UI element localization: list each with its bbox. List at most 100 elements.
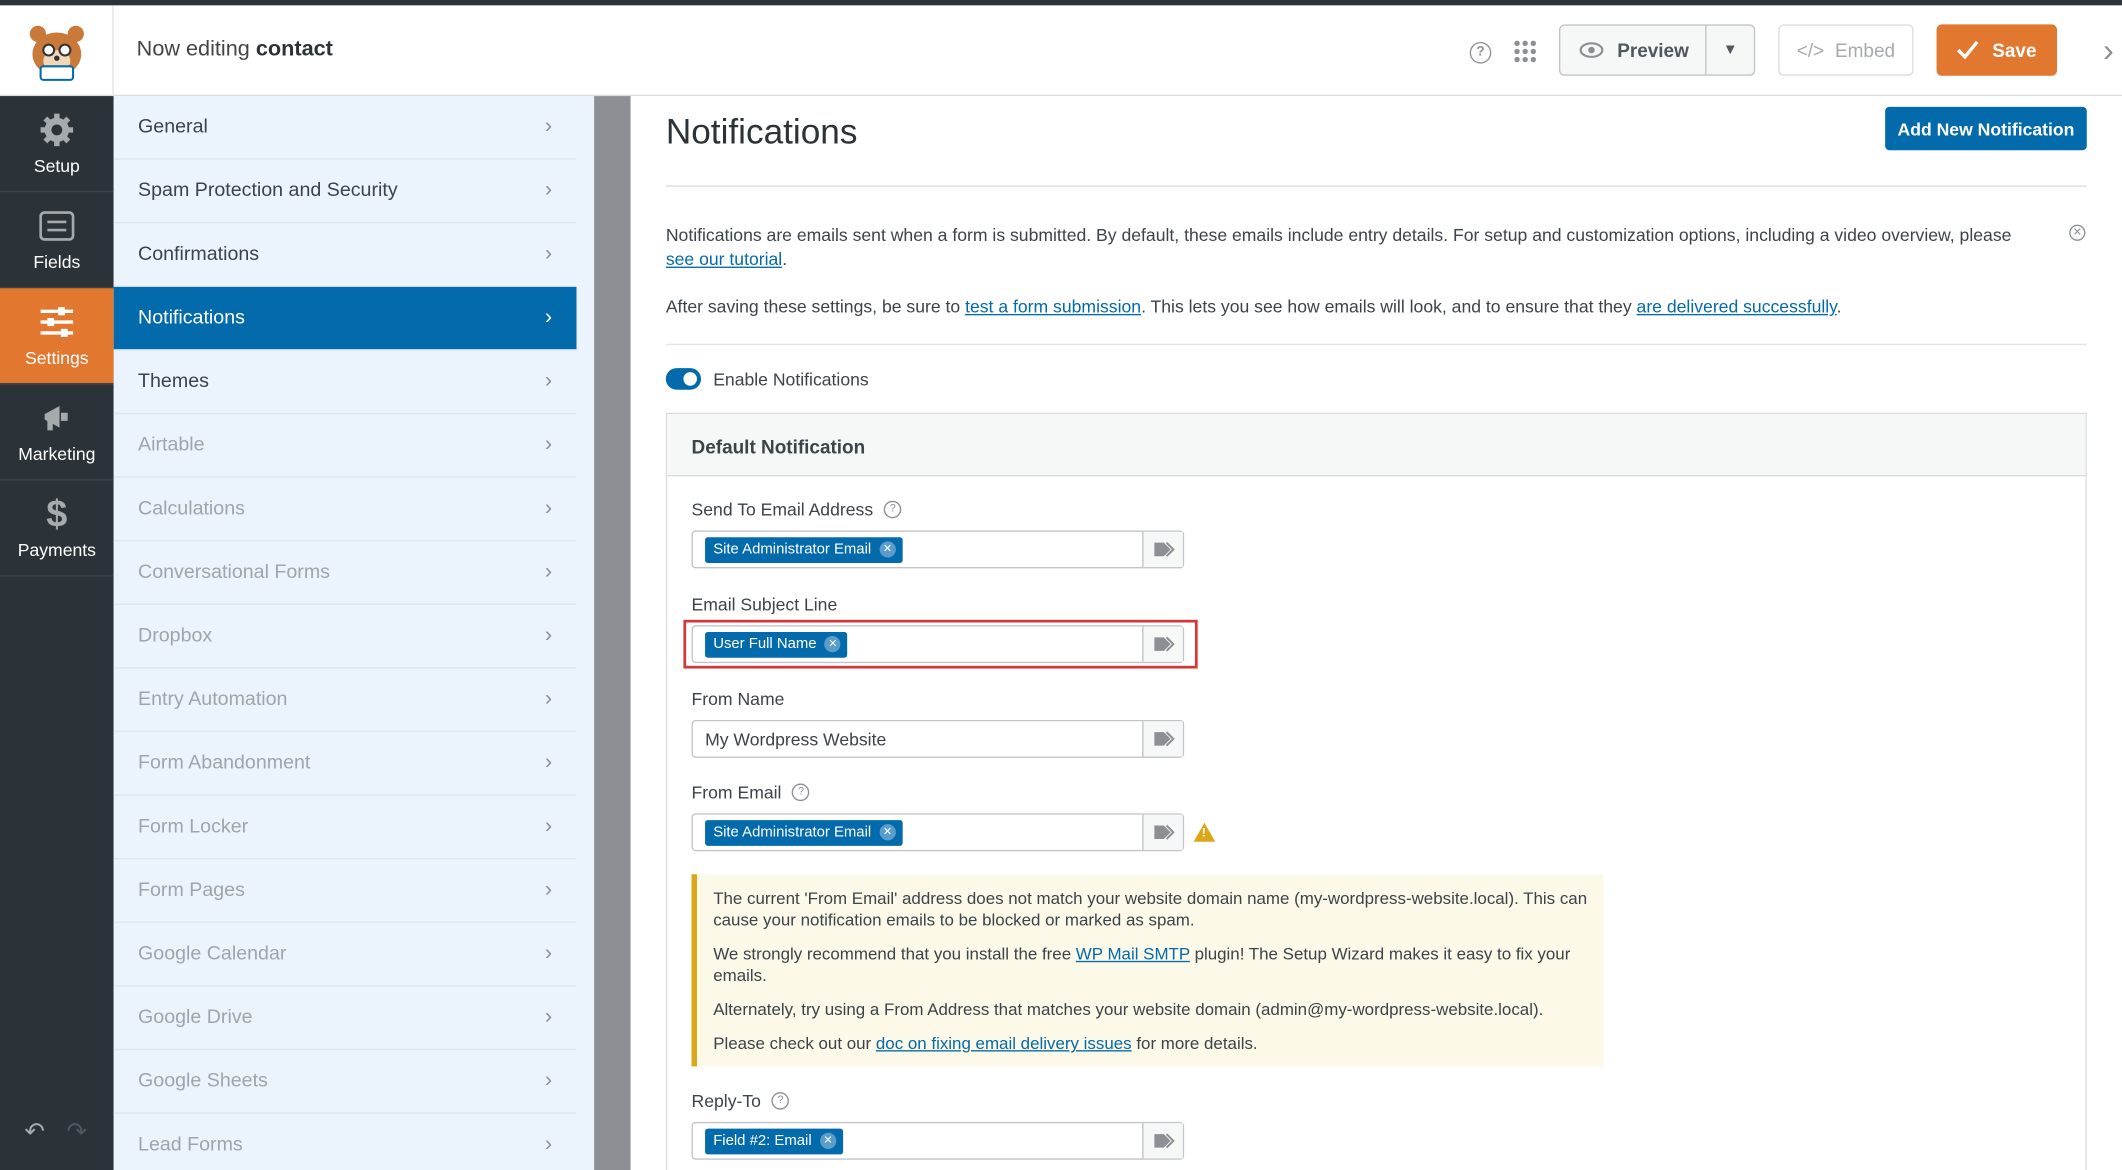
settings-item-form-abandonment[interactable]: Form Abandonment › bbox=[113, 732, 577, 796]
page-title: Now editing contact bbox=[137, 38, 333, 62]
divider bbox=[665, 343, 2087, 346]
smart-tags-icon[interactable] bbox=[1142, 626, 1183, 662]
settings-item-calculations[interactable]: Calculations › bbox=[113, 478, 577, 542]
from-name-label: From Name bbox=[691, 688, 785, 710]
embed-button[interactable]: </> Embed bbox=[1778, 24, 1914, 76]
nav-marketing[interactable]: Marketing bbox=[0, 384, 114, 481]
dismiss-notice-icon[interactable]: ✕ bbox=[2069, 224, 2086, 241]
settings-item-form-locker[interactable]: Form Locker › bbox=[113, 796, 577, 860]
sliders-icon bbox=[39, 304, 74, 339]
add-new-notification-button[interactable]: Add New Notification bbox=[1885, 106, 2087, 151]
preview-dropdown-chevron-icon[interactable]: ▼ bbox=[1707, 42, 1754, 58]
chevron-right-icon: › bbox=[544, 1069, 553, 1093]
settings-panel: General › Spam Protection and Security › C… bbox=[113, 96, 595, 1170]
from-name-value: My Wordpress Website bbox=[705, 728, 887, 750]
preview-button[interactable]: Preview bbox=[1560, 25, 1707, 75]
undo-redo-group: ↶ ↷ bbox=[24, 1118, 87, 1146]
settings-item-themes[interactable]: Themes › bbox=[113, 351, 577, 415]
from-name-field[interactable]: My Wordpress Website bbox=[691, 719, 1185, 758]
nav-fields[interactable]: Fields bbox=[0, 192, 114, 289]
chevron-right-icon: › bbox=[544, 941, 553, 965]
settings-item-google-sheets[interactable]: Google Sheets › bbox=[113, 1050, 577, 1114]
settings-item-confirmations[interactable]: Confirmations › bbox=[113, 223, 577, 287]
dollar-icon: $ bbox=[46, 491, 68, 534]
remove-tag-icon[interactable]: ✕ bbox=[824, 636, 841, 653]
test-submission-link[interactable]: test a form submission bbox=[965, 296, 1141, 316]
enable-notifications-label: Enable Notifications bbox=[713, 369, 869, 390]
warning-text: We strongly recommend that you install t… bbox=[713, 944, 1571, 986]
smart-tag-chip: Site Administrator Email ✕ bbox=[705, 536, 903, 563]
remove-tag-icon[interactable]: ✕ bbox=[879, 541, 896, 558]
eye-icon bbox=[1579, 42, 1604, 58]
wp-mail-smtp-link[interactable]: WP Mail SMTP bbox=[1076, 945, 1190, 964]
settings-item-airtable[interactable]: Airtable › bbox=[113, 414, 577, 478]
smart-tags-icon[interactable] bbox=[1142, 814, 1183, 850]
reply-to-field[interactable]: Field #2: Email ✕ bbox=[691, 1121, 1185, 1160]
checkmark-icon bbox=[1957, 40, 1979, 60]
undo-icon[interactable]: ↶ bbox=[24, 1118, 44, 1146]
default-notification-panel: Default Notification Send To Email Addre… bbox=[665, 412, 2087, 1170]
remove-tag-icon[interactable]: ✕ bbox=[819, 1132, 837, 1149]
settings-item-conversational-forms[interactable]: Conversational Forms › bbox=[113, 541, 577, 605]
tutorial-link[interactable]: see our tutorial bbox=[666, 249, 782, 269]
top-bar: Now editing contact ? Preview ▼ </> Embe… bbox=[0, 5, 2122, 97]
remove-tag-icon[interactable]: ✕ bbox=[879, 824, 896, 841]
email-delivery-doc-link[interactable]: doc on fixing email delivery issues bbox=[876, 1034, 1132, 1053]
send-to-field[interactable]: Site Administrator Email ✕ bbox=[691, 530, 1185, 569]
help-icon[interactable]: ? bbox=[771, 1092, 790, 1110]
settings-item-google-calendar[interactable]: Google Calendar › bbox=[113, 923, 577, 987]
chevron-right-icon: › bbox=[544, 687, 553, 711]
help-icon[interactable]: ? bbox=[1469, 41, 1492, 64]
help-icon[interactable]: ? bbox=[883, 500, 902, 519]
chevron-right-icon: › bbox=[544, 305, 553, 329]
editing-prefix: Now editing bbox=[136, 37, 250, 61]
settings-item-lead-forms[interactable]: Lead Forms › bbox=[114, 1114, 577, 1170]
smart-tag-chip: User Full Name ✕ bbox=[705, 631, 848, 658]
preview-label: Preview bbox=[1617, 39, 1689, 61]
warning-text: Alternately, try using a From Address th… bbox=[713, 1000, 1544, 1020]
save-button[interactable]: Save bbox=[1936, 24, 2058, 76]
chevron-right-icon: › bbox=[544, 1005, 553, 1029]
nav-payments[interactable]: $ Payments bbox=[0, 480, 114, 577]
form-name: contact bbox=[255, 37, 333, 61]
subject-field[interactable]: User Full Name ✕ bbox=[691, 625, 1185, 664]
exit-chevron-icon[interactable]: › bbox=[2103, 32, 2114, 70]
info-text: Notifications are emails sent when a for… bbox=[665, 224, 2012, 245]
notification-header[interactable]: Default Notification bbox=[667, 414, 2086, 477]
smart-tags-icon[interactable] bbox=[1142, 721, 1183, 757]
settings-item-form-pages[interactable]: Form Pages › bbox=[113, 859, 577, 923]
save-label: Save bbox=[1992, 39, 2037, 61]
settings-item-dropbox[interactable]: Dropbox › bbox=[113, 605, 577, 669]
wpforms-logo[interactable] bbox=[0, 5, 114, 97]
chevron-right-icon: › bbox=[544, 178, 553, 202]
chevron-right-icon: › bbox=[544, 814, 553, 838]
nav-settings[interactable]: Settings bbox=[0, 288, 114, 385]
help-icon[interactable]: ? bbox=[792, 783, 810, 802]
megaphone-icon bbox=[39, 400, 74, 435]
settings-item-google-drive[interactable]: Google Drive › bbox=[113, 987, 577, 1051]
redo-icon[interactable]: ↷ bbox=[66, 1118, 86, 1146]
smart-tags-icon[interactable] bbox=[1142, 531, 1183, 568]
fields-list-icon bbox=[39, 208, 75, 243]
warning-text: Please check out our doc on fixing email… bbox=[713, 1033, 1258, 1053]
chevron-right-icon: › bbox=[544, 433, 553, 457]
chevron-right-icon: › bbox=[544, 878, 553, 902]
settings-item-entry-automation[interactable]: Entry Automation › bbox=[113, 669, 577, 733]
from-email-field[interactable]: Site Administrator Email ✕ bbox=[691, 813, 1185, 852]
subject-label: Email Subject Line bbox=[691, 594, 838, 615]
settings-item-spam-protection[interactable]: Spam Protection and Security › bbox=[113, 160, 577, 224]
nav-setup[interactable]: Setup bbox=[0, 96, 114, 193]
settings-item-notifications[interactable]: Notifications › bbox=[113, 286, 577, 351]
info-notice-line2: After saving these settings, be sure to … bbox=[665, 296, 1842, 317]
panel-scrollbar[interactable] bbox=[594, 96, 631, 1170]
smart-tags-icon[interactable] bbox=[1142, 1123, 1183, 1159]
smart-tag-chip: Site Administrator Email ✕ bbox=[705, 819, 903, 846]
enable-notifications-toggle[interactable] bbox=[665, 368, 702, 390]
apps-grid-icon[interactable] bbox=[1514, 40, 1536, 63]
code-icon: </> bbox=[1796, 39, 1825, 61]
delivered-successfully-link[interactable]: are delivered successfully bbox=[1637, 296, 1837, 316]
section-title: Notifications bbox=[665, 110, 858, 152]
chevron-right-icon: › bbox=[544, 560, 553, 584]
embed-label: Embed bbox=[1834, 39, 1896, 61]
settings-item-general[interactable]: General › bbox=[113, 96, 577, 160]
